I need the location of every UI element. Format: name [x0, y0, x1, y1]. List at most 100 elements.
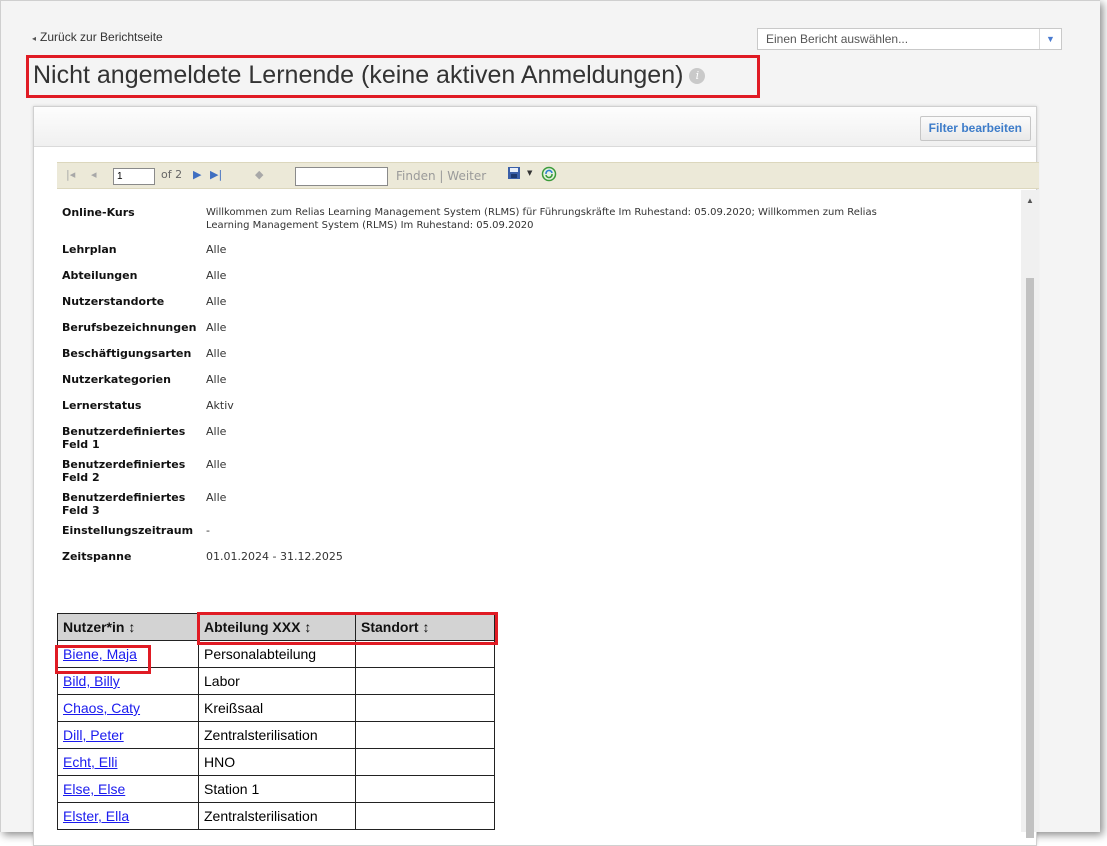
param-label: Benutzerdefiniertes Feld 3 — [62, 491, 186, 517]
page-total-label: of 2 — [161, 168, 183, 181]
user-link[interactable]: Elster, Ella — [63, 808, 129, 824]
user-cell: Elster, Ella — [57, 802, 199, 830]
param-label: Einstellungszeitraum — [62, 524, 194, 537]
back-to-reports-link[interactable]: ◂ Zurück zur Berichtseite — [32, 30, 163, 44]
param-row: Benutzerdefiniertes Feld 1 Alle — [62, 425, 906, 458]
export-dropdown-icon[interactable]: ▼ — [527, 169, 532, 177]
param-row: Benutzerdefiniertes Feld 2 Alle — [62, 458, 906, 491]
param-value: Aktiv — [206, 399, 234, 412]
param-value: Alle — [206, 243, 227, 256]
refresh-icon[interactable] — [541, 166, 557, 185]
param-value: Alle — [206, 295, 227, 308]
param-value: Alle — [206, 373, 227, 386]
column-header-department[interactable]: Abteilung XXX ↕ — [198, 613, 356, 641]
param-value: Alle — [206, 425, 227, 438]
user-cell: Else, Else — [57, 775, 199, 803]
find-input[interactable] — [295, 167, 388, 186]
back-icon[interactable]: ◆ — [255, 168, 263, 181]
user-link[interactable]: Echt, Elli — [63, 754, 117, 770]
chevron-down-icon[interactable]: ▼ — [1039, 29, 1061, 49]
user-link[interactable]: Bild, Billy — [63, 673, 120, 689]
next-button[interactable]: Weiter — [447, 169, 486, 183]
param-value: - — [206, 524, 210, 537]
report-content: Online-Kurs Willkommen zum Relias Learnin… — [57, 190, 1039, 832]
user-link[interactable]: Chaos, Caty — [63, 700, 140, 716]
user-cell: Dill, Peter — [57, 721, 199, 749]
location-cell — [355, 802, 495, 830]
location-cell — [355, 694, 495, 722]
param-value: Alle — [206, 269, 227, 282]
param-label: Nutzerstandorte — [62, 295, 165, 308]
table-row: Echt, Elli HNO — [57, 748, 495, 776]
table-row: Dill, Peter Zentralsterilisation — [57, 721, 495, 749]
param-value: Alle — [206, 321, 227, 334]
location-cell — [355, 667, 495, 695]
param-value: Alle — [206, 491, 227, 504]
param-label: Zeitspanne — [62, 550, 132, 563]
user-link[interactable]: Dill, Peter — [63, 727, 124, 743]
param-row: Zeitspanne 01.01.2024 - 31.12.2025 — [62, 550, 906, 576]
department-cell: HNO — [198, 748, 356, 776]
param-value: Alle — [206, 458, 227, 471]
table-row: Elster, Ella Zentralsterilisation — [57, 802, 495, 830]
learner-table: Nutzer*in ↕ Abteilung XXX ↕ Standort ↕ B… — [57, 613, 495, 830]
find-button[interactable]: Finden — [396, 169, 436, 183]
scroll-thumb[interactable] — [1026, 278, 1034, 838]
user-cell: Chaos, Caty — [57, 694, 199, 722]
report-select-placeholder: Einen Bericht auswählen... — [766, 32, 909, 46]
param-label: Abteilungen — [62, 269, 138, 282]
column-header-user[interactable]: Nutzer*in ↕ — [57, 613, 199, 641]
scroll-up-icon[interactable]: ▲ — [1026, 196, 1034, 205]
back-link-label: Zurück zur Berichtseite — [40, 30, 163, 44]
param-label: Benutzerdefiniertes Feld 2 — [62, 458, 186, 484]
report-select[interactable]: Einen Bericht auswählen... ▼ — [757, 28, 1062, 50]
param-label: Benutzerdefiniertes Feld 1 — [62, 425, 186, 451]
department-cell: Kreißsaal — [198, 694, 356, 722]
param-label: Online-Kurs — [62, 206, 135, 219]
page-number-input[interactable] — [113, 168, 155, 185]
param-row: Lernerstatus Aktiv — [62, 399, 906, 425]
table-row: Chaos, Caty Kreißsaal — [57, 694, 495, 722]
table-row: Bild, Billy Labor — [57, 667, 495, 695]
param-row: Benutzerdefiniertes Feld 3 Alle — [62, 491, 906, 524]
param-row: Online-Kurs Willkommen zum Relias Learnin… — [62, 206, 906, 243]
param-row: Abteilungen Alle — [62, 269, 906, 295]
param-row: Beschäftigungsarten Alle — [62, 347, 906, 373]
param-value: 01.01.2024 - 31.12.2025 — [206, 550, 343, 563]
user-cell: Bild, Billy — [57, 667, 199, 695]
param-label: Lernerstatus — [62, 399, 142, 412]
column-header-location[interactable]: Standort ↕ — [355, 613, 495, 641]
department-cell: Zentralsterilisation — [198, 721, 356, 749]
department-cell: Zentralsterilisation — [198, 802, 356, 830]
prev-page-icon[interactable]: ◂ — [91, 168, 97, 181]
param-label: Beschäftigungsarten — [62, 347, 192, 360]
vertical-scrollbar[interactable]: ▲ — [1021, 190, 1039, 838]
page-title-text: Nicht angemeldete Lernende (keine aktive… — [33, 61, 684, 89]
location-cell — [355, 775, 495, 803]
report-parameters: Online-Kurs Willkommen zum Relias Learnin… — [62, 206, 906, 576]
param-row: Lehrplan Alle — [62, 243, 906, 269]
user-link[interactable]: Biene, Maja — [63, 646, 137, 662]
edit-filter-button[interactable]: Filter bearbeiten — [919, 116, 1031, 141]
table-row: Biene, Maja Personalabteilung — [57, 640, 495, 668]
user-link[interactable]: Else, Else — [63, 781, 125, 797]
param-row: Einstellungszeitraum - — [62, 524, 906, 550]
department-cell: Personalabteilung — [198, 640, 356, 668]
table-header-row: Nutzer*in ↕ Abteilung XXX ↕ Standort ↕ — [57, 613, 495, 641]
location-cell — [355, 640, 495, 668]
param-row: Nutzerkategorien Alle — [62, 373, 906, 399]
param-value: Alle — [206, 347, 227, 360]
info-icon[interactable]: i — [689, 68, 706, 85]
next-page-icon[interactable]: ▶ — [193, 168, 201, 181]
user-cell: Biene, Maja — [57, 640, 199, 668]
user-cell: Echt, Elli — [57, 748, 199, 776]
param-row: Nutzerstandorte Alle — [62, 295, 906, 321]
table-row: Else, Else Station 1 — [57, 775, 495, 803]
toolbar-separator: | — [439, 169, 444, 183]
export-icon[interactable] — [507, 166, 523, 183]
param-label: Nutzerkategorien — [62, 373, 171, 386]
first-page-icon[interactable]: |◂ — [66, 168, 75, 181]
last-page-icon[interactable]: ▶| — [210, 168, 222, 181]
param-label: Lehrplan — [62, 243, 117, 256]
page-title: Nicht angemeldete Lernende (keine aktive… — [33, 58, 706, 92]
